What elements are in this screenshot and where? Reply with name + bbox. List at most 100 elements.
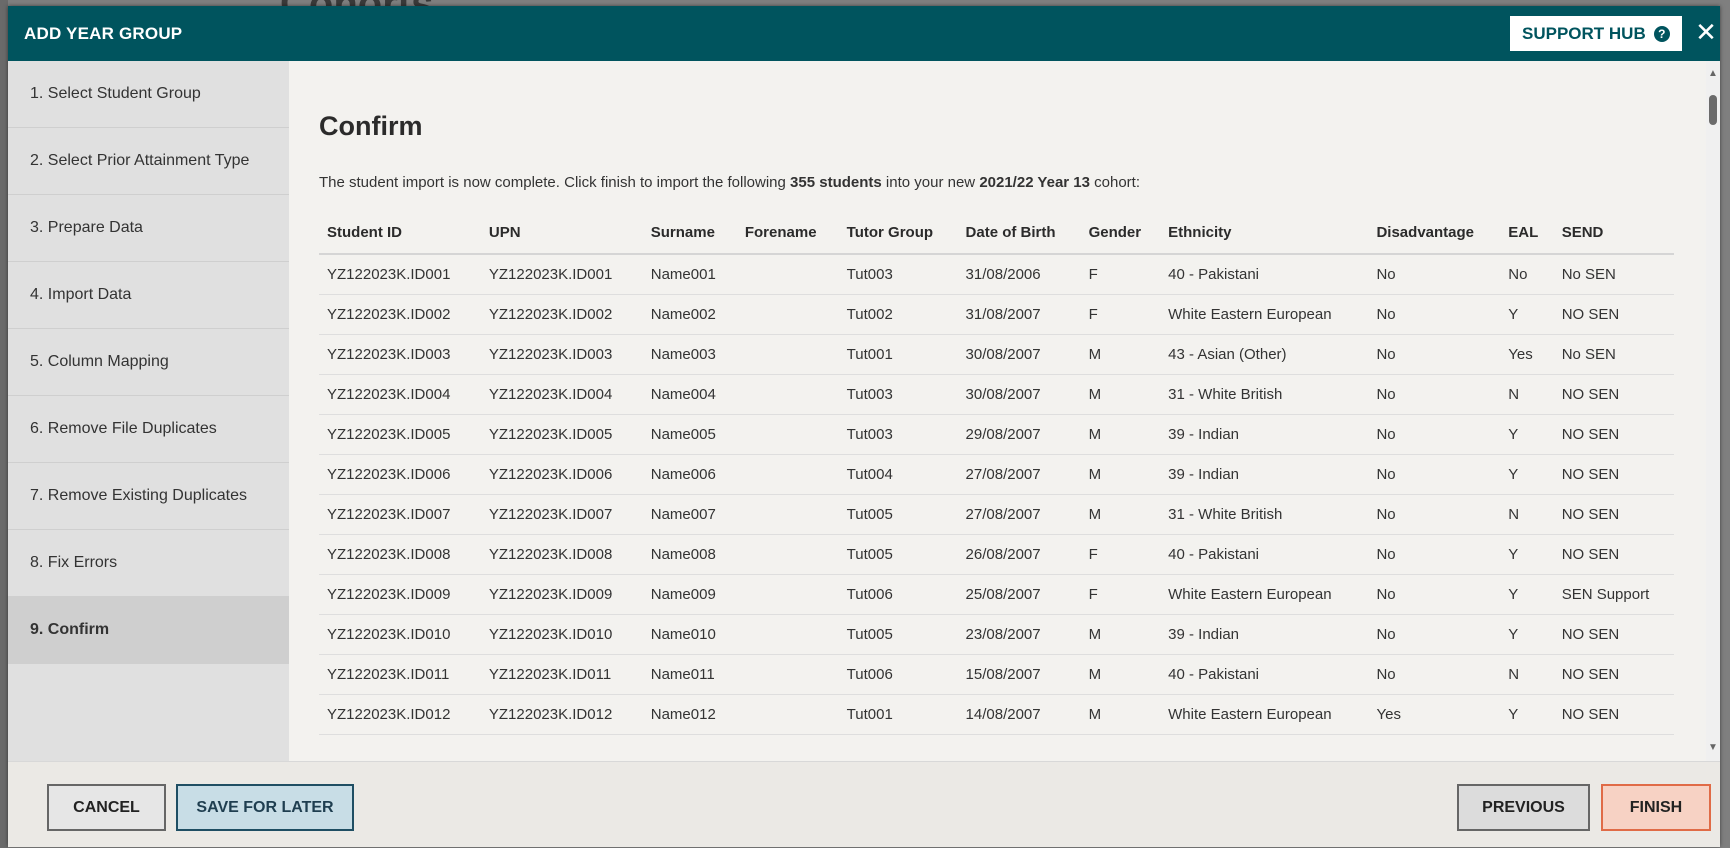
table-cell: 30/08/2007 [957,334,1081,375]
table-cell: 29/08/2007 [957,414,1081,455]
table-cell: N [1500,654,1554,695]
page-title: Confirm [319,111,423,141]
table-cell: NO SEN [1553,694,1674,735]
step-prepare-data[interactable]: 3. Prepare Data [8,195,289,262]
table-cell: Tut001 [838,334,958,375]
table-cell: M [1080,614,1161,655]
table-cell: YZ122023K.ID006 [480,454,643,495]
table-cell: 23/08/2007 [957,614,1081,655]
step-import-data[interactable]: 4. Import Data [8,262,289,329]
table-cell: 31/08/2006 [957,254,1081,295]
vertical-scrollbar[interactable]: ▲ ▼ [1706,61,1720,761]
table-cell: F [1080,574,1161,615]
table-cell: Y [1500,294,1554,335]
table-row: YZ122023K.ID009 YZ122023K.ID009 Name009 Tut… [319,574,1674,615]
table-cell: 27/08/2007 [957,494,1081,535]
column-header: Ethnicity [1160,211,1369,255]
step-column-mapping[interactable]: 5. Column Mapping [8,329,289,396]
triangle-up-icon[interactable]: ▲ [1708,69,1718,79]
table-cell: NO SEN [1553,374,1674,415]
table-row: YZ122023K.ID008 YZ122023K.ID008 Name008 Tut… [319,534,1674,575]
support-hub-button[interactable]: SUPPORT HUB ? [1510,16,1682,51]
table-cell [736,534,839,575]
table-cell: Tut002 [838,294,958,335]
table-cell: Tut003 [838,254,958,295]
close-icon[interactable]: ✕ [1694,19,1718,45]
step-fix-errors[interactable]: 8. Fix Errors [8,530,289,597]
intro-suffix: cohort: [1089,174,1141,191]
table-cell: Name002 [642,294,737,335]
triangle-down-icon[interactable]: ▼ [1708,743,1718,753]
table-cell: Name003 [642,334,737,375]
table-cell: M [1080,334,1161,375]
table-cell: YZ122023K.ID001 [480,254,643,295]
step-select-student-group[interactable]: 1. Select Student Group [8,61,289,128]
cancel-button[interactable]: CANCEL [47,784,166,831]
table-cell: 31 - White British [1160,494,1369,535]
column-header: Tutor Group [838,211,958,255]
step-remove-existing-duplicates[interactable]: 7. Remove Existing Duplicates [8,463,289,530]
table-cell: 14/08/2007 [957,694,1081,735]
table-cell: Tut005 [838,614,958,655]
table-cell: F [1080,254,1161,295]
students-table: Student ID UPN Surname Forename Tutor Gr… [319,211,1674,735]
table-cell: No [1368,614,1501,655]
table-row: YZ122023K.ID002 YZ122023K.ID002 Name002 Tut… [319,294,1674,335]
table-cell: No [1368,534,1501,575]
table-cell: YZ122023K.ID006 [319,454,481,495]
step-confirm[interactable]: 9. Confirm [8,597,289,664]
question-circle-icon: ? [1653,25,1670,42]
table-cell [736,694,839,735]
table-cell: Name007 [642,494,737,535]
table-cell: Y [1500,614,1554,655]
step-label: 6. Remove File Duplicates [30,420,217,437]
finish-button[interactable]: FINISH [1601,784,1711,831]
table-cell: F [1080,534,1161,575]
table-cell: Y [1500,574,1554,615]
table-cell: NO SEN [1553,614,1674,655]
table-row: YZ122023K.ID005 YZ122023K.ID005 Name005 Tut… [319,414,1674,455]
intro-text: The student import is now complete. Clic… [319,174,1140,191]
table-cell: 39 - Indian [1160,614,1369,655]
background-sidebar [0,0,8,848]
table-cell: YZ122023K.ID009 [480,574,643,615]
table-cell: No [1368,374,1501,415]
table-cell: No [1368,254,1501,295]
step-label: 1. Select Student Group [30,85,201,102]
scrollbar-thumb[interactable] [1709,95,1717,125]
save-for-later-button[interactable]: SAVE FOR LATER [176,784,354,831]
column-header: Student ID [319,211,481,255]
table-cell: Tut003 [838,414,958,455]
table-cell: YZ122023K.ID012 [319,694,481,735]
add-year-group-modal: ADD YEAR GROUP SUPPORT HUB ? ✕ 1. Select… [8,6,1720,847]
step-remove-file-duplicates[interactable]: 6. Remove File Duplicates [8,396,289,463]
table-cell: Tut006 [838,654,958,695]
main-content: Confirm The student import is now comple… [289,61,1706,761]
table-cell: NO SEN [1553,294,1674,335]
table-cell: M [1080,454,1161,495]
table-cell: NO SEN [1553,494,1674,535]
step-label: 9. Confirm [30,621,110,638]
table-cell: YZ122023K.ID010 [480,614,643,655]
table-cell: Name004 [642,374,737,415]
table-cell: YZ122023K.ID008 [480,534,643,575]
table-cell: 39 - Indian [1160,414,1369,455]
table-cell: YZ122023K.ID001 [319,254,481,295]
table-cell: No SEN [1553,334,1674,375]
previous-button[interactable]: PREVIOUS [1457,784,1590,831]
table-cell: White Eastern European [1160,294,1369,335]
table-cell [736,414,839,455]
table-cell: M [1080,654,1161,695]
table-cell: M [1080,374,1161,415]
table-cell: YZ122023K.ID009 [319,574,481,615]
table-cell: YZ122023K.ID003 [319,334,481,375]
table-cell: 26/08/2007 [957,534,1081,575]
table-cell: No [1368,414,1501,455]
table-cell: No [1368,294,1501,335]
table-cell: Name005 [642,414,737,455]
column-header: UPN [480,211,643,255]
table-cell: Y [1500,534,1554,575]
student-count: 355 students [790,174,882,191]
table-cell: Name011 [642,654,737,695]
step-select-prior-attainment-type[interactable]: 2. Select Prior Attainment Type [8,128,289,195]
